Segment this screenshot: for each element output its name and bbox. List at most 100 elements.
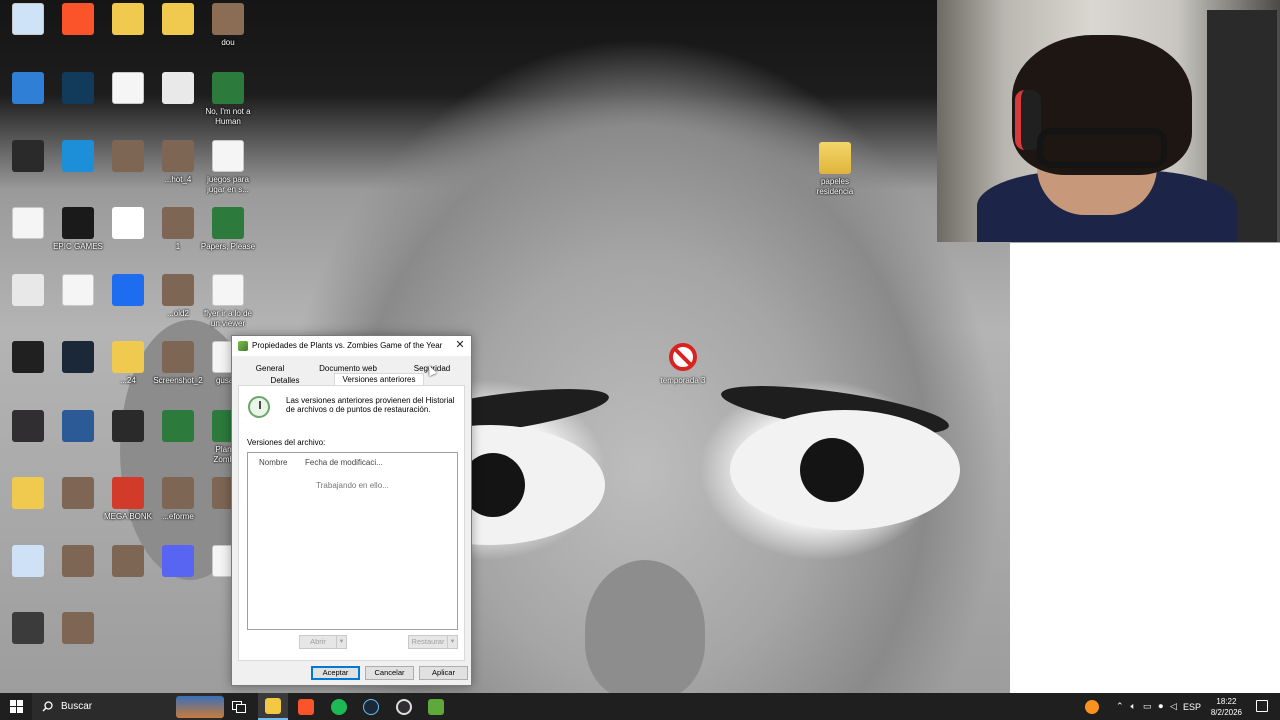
- speaker-icon[interactable]: ◁: [1170, 701, 1177, 712]
- column-header-date[interactable]: Fecha de modificaci...: [305, 458, 383, 467]
- photo-icon: [62, 477, 94, 509]
- desktop-icon-photo[interactable]: ...hot_4: [150, 140, 206, 185]
- volume-icon[interactable]: 🔈︎: [1131, 701, 1136, 712]
- task-view-button[interactable]: [224, 693, 254, 720]
- desktop-icon-edge[interactable]: [50, 140, 106, 175]
- desktop-icon-papeles-residencia[interactable]: papeles residencia: [807, 142, 863, 197]
- taskbar-clock[interactable]: 18:22 8/2/2026: [1211, 696, 1242, 718]
- document-icon: [62, 274, 94, 306]
- taskbar-spotify[interactable]: [324, 693, 354, 720]
- photo-icon: [162, 207, 194, 239]
- taskbar-file-explorer[interactable]: [258, 693, 288, 720]
- folder-icon: [112, 341, 144, 373]
- folder-icon: [112, 3, 144, 35]
- column-header-name[interactable]: Nombre: [259, 458, 287, 467]
- desktop-icon-document[interactable]: juegos para jugar en s...: [200, 140, 256, 195]
- folder-icon: [12, 477, 44, 509]
- desktop-icon-label: EPIC GAMES: [53, 242, 103, 251]
- desktop-icon-asio4all[interactable]: [150, 72, 206, 107]
- tab-general[interactable]: General: [248, 364, 292, 374]
- desktop-icon-folder[interactable]: ...24: [100, 341, 156, 386]
- system-tray[interactable]: ⌃ 🔈︎ ▭ ⏺︎ ◁: [1116, 693, 1177, 720]
- taskbar-obs[interactable]: [389, 693, 419, 720]
- weather-widget-icon[interactable]: [176, 695, 224, 718]
- properties-dialog[interactable]: Propiedades de Plants vs. Zombies Game o…: [231, 335, 472, 686]
- desktop-icon-app[interactable]: [0, 140, 56, 175]
- edge-icon: [62, 140, 94, 172]
- desktop-icon-document[interactable]: [100, 72, 156, 107]
- desktop-icon-temporada-3[interactable]: temporada 3: [655, 341, 711, 386]
- chevron-down-icon[interactable]: ▼: [447, 636, 457, 648]
- notification-icon[interactable]: [1256, 700, 1268, 712]
- desktop-icon-steam[interactable]: [50, 341, 106, 376]
- desktop-icon-image[interactable]: dou: [200, 3, 256, 48]
- desktop-icon-document[interactable]: flyer ir a lo de un viewer: [200, 274, 256, 329]
- desktop-icon-epic[interactable]: EPIC GAMES: [50, 207, 106, 252]
- app-icon: [112, 410, 144, 442]
- versions-list[interactable]: Nombre Fecha de modificaci... Trabajando…: [247, 452, 458, 630]
- desktop-icon-brave[interactable]: [50, 3, 106, 38]
- taskbar-steam[interactable]: [356, 693, 386, 720]
- desktop-icon-folder[interactable]: [0, 477, 56, 512]
- desktop-icon-app-f[interactable]: [0, 72, 56, 107]
- desktop-icon-cs[interactable]: [50, 410, 106, 445]
- desktop-icon-photo[interactable]: 1: [150, 207, 206, 252]
- cancel-button[interactable]: Cancelar: [365, 666, 414, 680]
- desktop-icon-photo[interactable]: ...old2: [150, 274, 206, 319]
- desktop-icon-photo[interactable]: [100, 140, 156, 175]
- desktop-icon-game[interactable]: Papers, Please: [200, 207, 256, 252]
- apply-button[interactable]: Aplicar: [419, 666, 468, 680]
- desktop-icon-document[interactable]: [0, 207, 56, 242]
- desktop-icon-photo[interactable]: [100, 545, 156, 580]
- desktop-icon-document[interactable]: [50, 274, 106, 309]
- desktop-icon-photo[interactable]: [50, 612, 106, 647]
- spotify-icon: [331, 698, 347, 715]
- taskbar-search[interactable]: Buscar: [32, 693, 224, 720]
- open-button[interactable]: Abrir ▼: [299, 635, 347, 649]
- watermark-subtitle: Ve a Configuración para activar Windows.: [1041, 649, 1227, 660]
- tray-app-icon[interactable]: [1085, 693, 1099, 720]
- desktop-icon-label: dou: [221, 38, 235, 47]
- desktop-icon-game[interactable]: [150, 410, 206, 445]
- dialog-title: Propiedades de Plants vs. Zombies Game o…: [252, 341, 443, 350]
- desktop-icon-roblox-studio[interactable]: [100, 274, 156, 309]
- desktop-icon-heart[interactable]: [0, 545, 56, 580]
- desktop-icon-megabonk[interactable]: MEGA BONK: [100, 477, 156, 522]
- close-icon[interactable]: ✕: [449, 336, 471, 356]
- desktop-icon-folder[interactable]: [150, 3, 206, 38]
- start-button[interactable]: [0, 693, 32, 720]
- desktop-icon-label: ...old2: [167, 309, 189, 318]
- desktop-icon-chrome[interactable]: [0, 274, 56, 309]
- ok-button[interactable]: Aceptar: [311, 666, 360, 680]
- obs-icon: [396, 698, 412, 715]
- desktop-icon-app-v[interactable]: [50, 72, 106, 107]
- microphone-icon[interactable]: ⏺︎: [1158, 701, 1163, 712]
- steam-icon: [363, 698, 379, 715]
- desktop-icon-label: 1: [175, 242, 181, 251]
- clock-time: 18:22: [1216, 697, 1237, 706]
- desktop-icon-fl-studio[interactable]: [0, 612, 56, 647]
- desktop-icon-photo[interactable]: ...eforme: [150, 477, 206, 522]
- desktop-icon-photo[interactable]: Screenshot_2: [150, 341, 206, 386]
- desktop-icon-obs[interactable]: [0, 410, 56, 445]
- taskbar-brave[interactable]: [291, 693, 321, 720]
- wallpaper-nose: [585, 560, 705, 700]
- language-indicator[interactable]: ESP: [1183, 693, 1201, 720]
- desktop-icon-recycle-bin[interactable]: [0, 3, 56, 38]
- desktop-icon-photo[interactable]: [50, 545, 106, 580]
- desktop-icon-folder[interactable]: [100, 3, 156, 38]
- watermark-title: Activar Windows: [1041, 631, 1138, 646]
- chevron-up-icon[interactable]: ⌃: [1116, 701, 1124, 712]
- dialog-titlebar[interactable]: Propiedades de Plants vs. Zombies Game o…: [232, 336, 471, 356]
- restore-button[interactable]: Restaurar ▼: [408, 635, 458, 649]
- desktop-icon-app[interactable]: [100, 410, 156, 445]
- desktop-icon-photo[interactable]: [50, 477, 106, 512]
- taskbar-plants-vs-zombies[interactable]: [421, 693, 451, 720]
- search-placeholder: Buscar: [61, 701, 93, 712]
- desktop-icon-game[interactable]: No, I'm not a Human: [200, 72, 256, 127]
- chevron-down-icon[interactable]: ▼: [336, 636, 346, 648]
- desktop-icon-discord[interactable]: [150, 545, 206, 580]
- network-icon[interactable]: ▭: [1143, 701, 1152, 712]
- desktop-icon-logitech[interactable]: [0, 341, 56, 376]
- desktop-icon-roblox[interactable]: [100, 207, 156, 242]
